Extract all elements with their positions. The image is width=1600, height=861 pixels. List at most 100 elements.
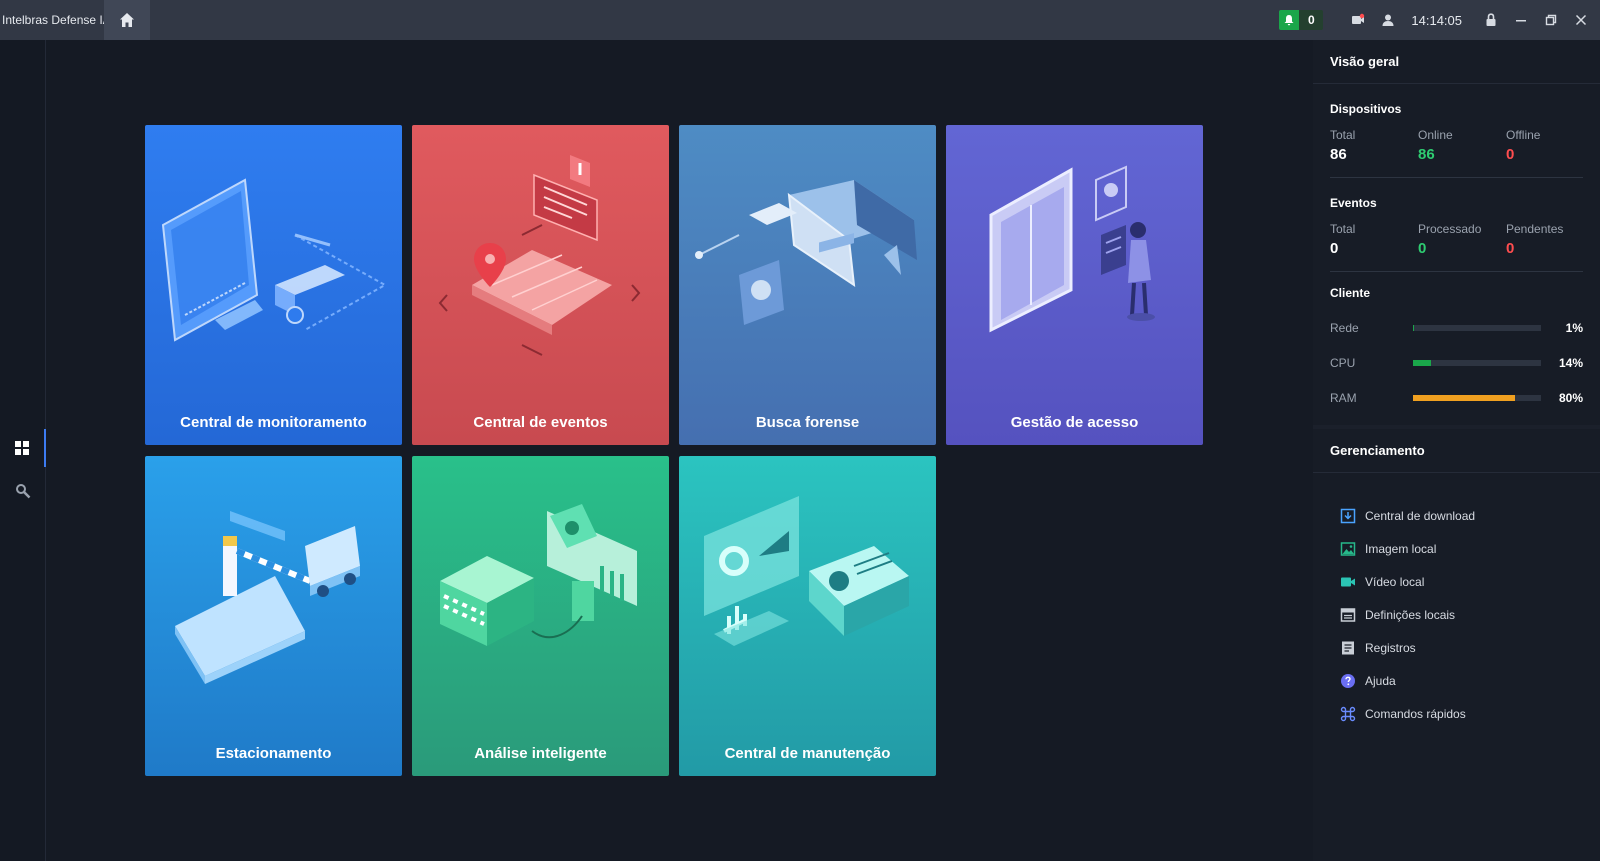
mgmt-quick-commands[interactable]: Comandos rápidos	[1313, 697, 1600, 730]
lock-button[interactable]	[1476, 0, 1506, 40]
restore-button[interactable]	[1536, 0, 1566, 40]
events-processed-value: 0	[1418, 240, 1427, 257]
parking-illustration	[175, 511, 360, 684]
tile-label: Central de eventos	[473, 414, 608, 431]
bell-icon	[1284, 15, 1294, 26]
forensic-search-illustration	[695, 180, 917, 325]
tile-label: Central de monitoramento	[180, 414, 367, 431]
left-nav	[0, 40, 46, 861]
close-icon	[1575, 14, 1587, 26]
mgmt-item-label: Ajuda	[1365, 673, 1396, 688]
user-button[interactable]	[1373, 0, 1403, 40]
mgmt-help[interactable]: Ajuda	[1313, 664, 1600, 697]
tile-label: Busca forense	[755, 414, 860, 431]
close-button[interactable]	[1566, 0, 1596, 40]
tile-estacionamento[interactable]: Estacionamento	[145, 456, 402, 776]
resource-row-network: Rede 1%	[1313, 310, 1600, 345]
mgmt-download-center[interactable]: Central de download	[1313, 499, 1600, 532]
maintenance-illustration	[704, 496, 909, 646]
mgmt-item-label: Registros	[1365, 640, 1416, 655]
devices-total-label: Total	[1330, 128, 1356, 142]
smart-analysis-illustration	[440, 504, 637, 646]
monitoring-illustration	[161, 178, 388, 342]
tile-label: Central de manutenção	[724, 745, 891, 762]
mgmt-item-label: Vídeo local	[1365, 574, 1425, 589]
image-icon	[1340, 541, 1356, 556]
network-usage-fill	[1413, 324, 1414, 331]
mgmt-item-label: Imagem local	[1365, 541, 1437, 556]
management-section: Gerenciamento Central de download Imagem…	[1313, 429, 1600, 861]
resource-label: RAM	[1330, 390, 1357, 405]
tile-central-manutencao[interactable]: Central de manutenção	[679, 456, 936, 776]
divider	[1330, 271, 1583, 272]
resource-value: 1%	[1565, 320, 1583, 335]
alarm-video-icon	[1352, 13, 1365, 24]
resource-value: 80%	[1558, 390, 1583, 405]
events-pending-value: 0	[1506, 240, 1515, 257]
resource-row-ram: RAM 80%	[1313, 380, 1600, 415]
divider	[1330, 177, 1583, 178]
title-bar: Intelbras Defense IA 0 14:14:05	[0, 0, 1600, 40]
events-stats: Total 0 Processado 0 Pendentes 0	[1313, 222, 1600, 257]
download-icon	[1340, 508, 1356, 523]
cpu-usage-fill	[1413, 359, 1431, 366]
command-icon	[1340, 706, 1356, 721]
mgmt-local-video[interactable]: Vídeo local	[1313, 565, 1600, 598]
ram-usage-bar	[1413, 394, 1541, 401]
tile-analise-inteligente[interactable]: Análise inteligente	[412, 456, 669, 776]
mgmt-local-image[interactable]: Imagem local	[1313, 532, 1600, 565]
tile-label: Análise inteligente	[474, 745, 607, 762]
events-illustration	[438, 155, 641, 356]
mgmt-logs[interactable]: Registros	[1313, 631, 1600, 664]
devices-offline-value: 0	[1506, 146, 1515, 163]
ram-usage-fill	[1413, 394, 1515, 401]
events-pending-label: Pendentes	[1506, 222, 1564, 236]
network-usage-bar	[1413, 324, 1541, 331]
help-icon	[1341, 673, 1355, 688]
notification-count: 0	[1299, 10, 1324, 30]
devices-offline-label: Offline	[1506, 128, 1541, 142]
alarm-notification[interactable]: 0	[1279, 10, 1324, 30]
overview-section: Visão geral Dispositivos Total 86 Online…	[1313, 40, 1600, 425]
minimize-button[interactable]	[1506, 0, 1536, 40]
tile-label: Gestão de acesso	[1010, 414, 1139, 431]
resource-row-cpu: CPU 14%	[1313, 345, 1600, 380]
events-processed-label: Processado	[1418, 222, 1482, 236]
mgmt-item-label: Central de download	[1365, 508, 1476, 523]
tile-label: Estacionamento	[215, 745, 332, 762]
mgmt-item-label: Definições locais	[1365, 607, 1456, 622]
cpu-usage-bar	[1413, 359, 1541, 366]
client-title: Cliente	[1330, 286, 1371, 300]
events-title: Eventos	[1330, 196, 1377, 210]
right-panel: Visão geral Dispositivos Total 86 Online…	[1313, 40, 1600, 861]
devices-online-value: 86	[1418, 146, 1435, 163]
log-icon	[1342, 641, 1354, 654]
home-tab[interactable]	[104, 0, 150, 40]
clock: 14:14:05	[1411, 12, 1462, 28]
home-icon	[120, 13, 134, 27]
nav-applications[interactable]	[0, 429, 46, 467]
access-control-illustration	[989, 165, 1155, 333]
settings-icon	[1340, 607, 1356, 622]
overview-title: Visão geral	[1313, 40, 1600, 84]
app-title: Intelbras Defense IA	[2, 13, 111, 27]
devices-online-label: Online	[1418, 128, 1453, 142]
events-total-value: 0	[1330, 240, 1339, 257]
video-icon	[1341, 577, 1355, 586]
nav-tools[interactable]	[0, 472, 46, 510]
resource-label: CPU	[1330, 355, 1356, 370]
devices-stats: Total 86 Online 86 Offline 0	[1313, 128, 1600, 163]
tile-busca-forense[interactable]: Busca forense	[679, 125, 936, 445]
mgmt-item-label: Comandos rápidos	[1365, 706, 1466, 721]
alarm-video-button[interactable]	[1343, 0, 1373, 40]
tile-gestao-acesso[interactable]: Gestão de acesso	[946, 125, 1203, 445]
tile-central-monitoramento[interactable]: Central de monitoramento	[145, 125, 402, 445]
devices-total-value: 86	[1330, 146, 1347, 163]
resource-value: 14%	[1558, 355, 1583, 370]
restore-icon	[1545, 14, 1557, 26]
wrench-icon	[16, 484, 31, 499]
grid-icon	[15, 441, 29, 455]
mgmt-local-settings[interactable]: Definições locais	[1313, 598, 1600, 631]
tile-central-eventos[interactable]: Central de eventos	[412, 125, 669, 445]
minimize-icon	[1516, 20, 1526, 22]
